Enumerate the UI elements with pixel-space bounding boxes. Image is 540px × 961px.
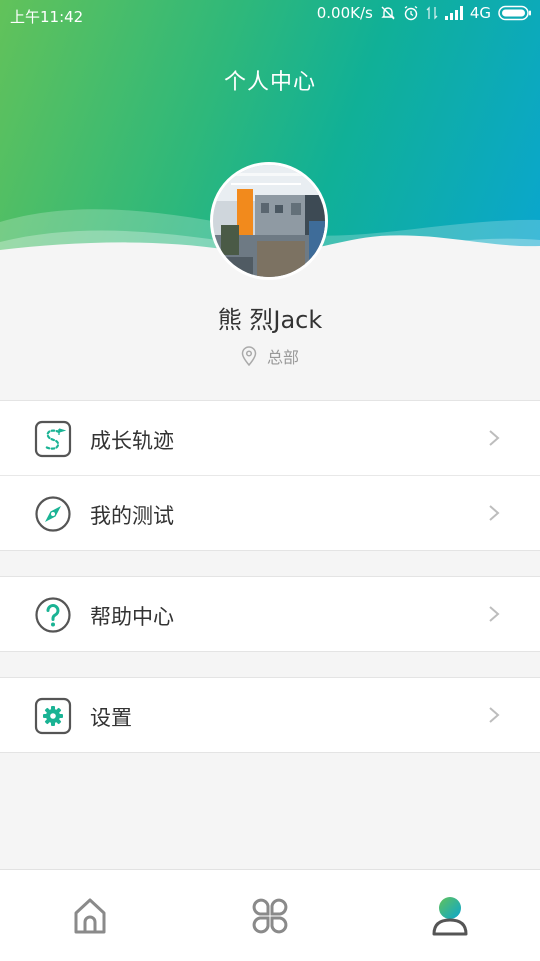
menu-group-main: 成长轨迹 我的测试 [0,400,540,551]
avatar[interactable] [210,162,328,280]
status-network-type: 4G [469,4,491,22]
menu-label-tests: 我的测试 [90,504,174,528]
menu-label-help: 帮助中心 [90,605,174,629]
help-icon [35,597,71,633]
user-location: 总部 [0,344,540,368]
page-title: 个人中心 [223,70,316,95]
office-photo [213,165,325,277]
alarm-icon [404,5,418,21]
menu-label-growth: 成长轨迹 [90,429,174,453]
chevron-right-icon [489,707,500,723]
chevron-right-icon [489,430,500,446]
status-bar: 上午11:42 0.00K/s 4G [0,0,540,32]
profile-icon[interactable] [428,894,472,938]
location-text: 总部 [266,348,299,367]
location-pin-icon [241,346,257,366]
home-icon[interactable] [68,894,112,938]
battery-icon [498,5,531,21]
bottom-tab-bar [0,869,540,961]
status-net-speed: 0.00K/s [316,4,373,22]
signal-icon [444,6,463,20]
menu-group-help: 帮助中心 [0,576,540,652]
menu-item-help[interactable]: 帮助中心 [0,577,540,651]
data-transfer-icon [426,6,438,20]
apps-icon[interactable] [248,894,292,938]
menu-item-settings[interactable]: 设置 [0,678,540,752]
status-time: 上午11:42 [10,8,84,26]
menu-label-settings: 设置 [90,706,132,730]
chevron-right-icon [489,505,500,521]
compass-icon [35,496,71,532]
menu-item-growth[interactable]: 成长轨迹 [0,401,540,475]
menu-item-tests[interactable]: 我的测试 [0,475,540,550]
user-name: 熊 烈Jack [217,306,323,334]
mute-bell-icon [381,6,395,20]
menu-group-settings: 设置 [0,677,540,753]
chevron-right-icon [489,606,500,622]
gear-icon [34,697,72,735]
growth-path-icon [34,420,72,458]
